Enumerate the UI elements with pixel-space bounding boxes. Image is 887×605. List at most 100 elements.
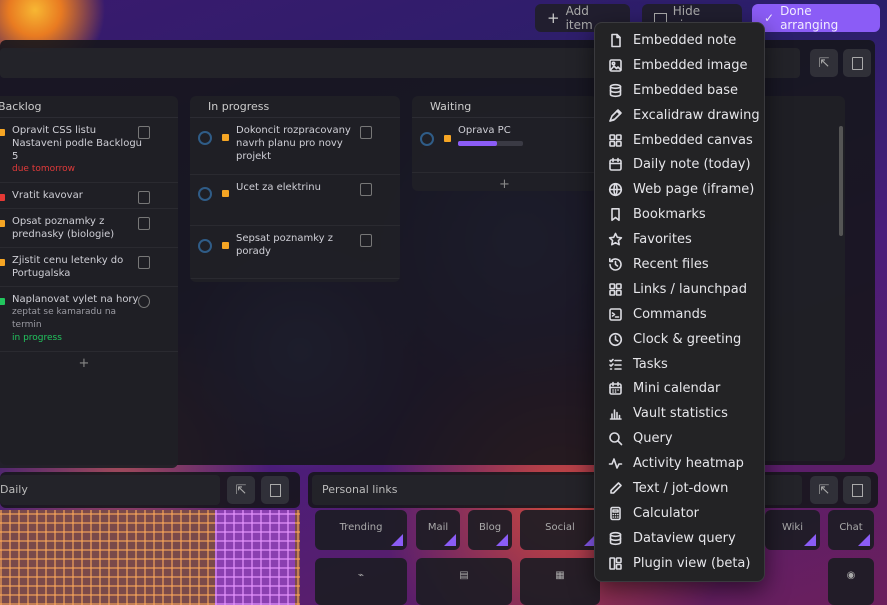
menu-item-label: Calculator: [633, 505, 700, 521]
menu-item-plugin-view-beta[interactable]: Plugin view (beta): [595, 551, 764, 576]
trash-icon: [851, 56, 863, 70]
menu-item-label: Favorites: [633, 232, 692, 248]
kanban-card[interactable]: Opravit CSS listu Nastaveni podle Backlo…: [0, 118, 178, 183]
column-title: Waiting: [412, 96, 597, 118]
resize-handle: [496, 534, 508, 546]
priority-dot: [0, 220, 5, 227]
column-title: In progress: [190, 96, 400, 118]
menu-item-label: Daily note (today): [633, 157, 751, 173]
priority-dot: [222, 134, 229, 141]
link-tile[interactable]: ▤: [416, 558, 512, 605]
menu-item-favorites[interactable]: Favorites: [595, 227, 764, 252]
widget-move-button[interactable]: ⇱: [810, 476, 838, 504]
priority-dot: [0, 129, 5, 136]
scrollbar[interactable]: [839, 126, 843, 236]
widget-delete-button[interactable]: [843, 49, 871, 77]
kanban-card[interactable]: Dokoncit rozpracovany navrh planu pro no…: [190, 118, 400, 175]
kanban-column-waiting: Waiting Oprava PC +: [412, 96, 597, 191]
pen-tool-icon: [609, 108, 622, 122]
menu-item-daily-note-today[interactable]: Daily note (today): [595, 152, 764, 177]
app-icon: ◉: [846, 570, 856, 581]
check-icon: ✓: [764, 11, 775, 25]
kanban-card[interactable]: Zjistit cenu letenky do Portugalska: [0, 248, 178, 287]
menu-item-bookmarks[interactable]: Bookmarks: [595, 202, 764, 227]
link-tile[interactable]: ◉: [828, 558, 874, 605]
kanban-card[interactable]: Vratit kavovar: [0, 183, 178, 209]
note-icon: [360, 183, 372, 196]
menu-item-label: Embedded base: [633, 82, 739, 98]
menu-item-mini-calendar[interactable]: Mini calendar: [595, 376, 764, 401]
widget-move-button[interactable]: ⇱: [810, 49, 838, 77]
done-arranging-button[interactable]: ✓ Done arranging: [752, 4, 880, 32]
file-icon: [611, 33, 621, 48]
widget-delete-button[interactable]: [261, 476, 289, 504]
link-tile[interactable]: ▦: [520, 558, 600, 605]
calendar-icon: [609, 158, 622, 172]
kanban-card[interactable]: Oprava PC: [412, 118, 597, 173]
database-icon: [609, 531, 622, 545]
menu-item-label: Bookmarks: [633, 207, 706, 223]
menu-item-calculator[interactable]: Calculator: [595, 501, 764, 526]
menu-item-clock-greeting[interactable]: Clock & greeting: [595, 327, 764, 352]
menu-item-web-page-iframe[interactable]: Web page (iframe): [595, 177, 764, 202]
heatmap-highlight: [215, 510, 295, 605]
grid-icon: [609, 283, 622, 296]
menu-item-activity-heatmap[interactable]: Activity heatmap: [595, 451, 764, 476]
resize-handle: [858, 534, 870, 546]
daily-widget: Daily ⇱: [0, 472, 300, 508]
menu-item-label: Activity heatmap: [633, 456, 744, 472]
link-tile[interactable]: Chat: [828, 510, 874, 550]
link-tile[interactable]: Trending: [315, 510, 407, 550]
link-tile[interactable]: Blog: [468, 510, 512, 550]
status-ring-icon: [198, 187, 212, 201]
menu-item-label: Links / launchpad: [633, 281, 747, 297]
menu-item-embedded-base[interactable]: Embedded base: [595, 78, 764, 103]
menu-item-embedded-note[interactable]: Embedded note: [595, 28, 764, 53]
menu-item-vault-statistics[interactable]: Vault statistics: [595, 401, 764, 426]
kanban-card[interactable]: Naplanovat vylet na hory zeptat se kamar…: [0, 287, 178, 352]
kanban-card[interactable]: Ucet za elektrinu: [190, 175, 400, 226]
layout-grid-icon: [609, 133, 622, 147]
globe-icon: [608, 183, 623, 197]
trash-icon: [269, 483, 281, 497]
link-tile[interactable]: ⌁: [315, 558, 407, 605]
bookmark-icon: [611, 208, 620, 222]
database-icon: [609, 83, 622, 97]
status-ring-icon: [420, 132, 434, 146]
pencil-icon: [610, 482, 622, 494]
menu-item-label: Commands: [633, 306, 707, 322]
menu-item-label: Embedded canvas: [633, 132, 753, 148]
menu-item-dataview-query[interactable]: Dataview query: [595, 526, 764, 551]
link-tile[interactable]: Social: [520, 510, 600, 550]
menu-item-label: Excalidraw drawing: [633, 107, 760, 123]
menu-item-embedded-image[interactable]: Embedded image: [595, 53, 764, 78]
widget-delete-button[interactable]: [843, 476, 871, 504]
menu-item-excalidraw-drawing[interactable]: Excalidraw drawing: [595, 103, 764, 128]
menu-item-label: Web page (iframe): [633, 182, 755, 198]
menu-item-recent-files[interactable]: Recent files: [595, 252, 764, 277]
resize-handle: [391, 534, 403, 546]
link-tile[interactable]: Mail: [416, 510, 460, 550]
resize-handle: [444, 534, 456, 546]
menu-item-commands[interactable]: Commands: [595, 302, 764, 327]
menu-item-label: Vault statistics: [633, 406, 728, 422]
status-ring-icon: [198, 239, 212, 253]
kanban-card[interactable]: Sepsat poznamky z porady: [190, 226, 400, 279]
menu-item-text-jot-down[interactable]: Text / jot-down: [595, 476, 764, 501]
widget-move-button[interactable]: ⇱: [227, 476, 255, 504]
add-card-button[interactable]: +: [0, 352, 178, 375]
menu-item-tasks[interactable]: Tasks: [595, 352, 764, 377]
column-title: Backlog: [0, 96, 178, 118]
note-icon: [360, 126, 372, 139]
add-card-button[interactable]: +: [190, 279, 400, 282]
menu-item-embedded-canvas[interactable]: Embedded canvas: [595, 128, 764, 153]
kanban-column-in-progress: In progress Dokoncit rozpracovany navrh …: [190, 96, 400, 282]
activity-heatmap-grid: [0, 510, 300, 605]
menu-item-links-launchpad[interactable]: Links / launchpad: [595, 277, 764, 302]
menu-item-query[interactable]: Query: [595, 426, 764, 451]
link-tile[interactable]: Wiki: [765, 510, 820, 550]
kanban-card[interactable]: Opsat poznamky z prednasky (biologie): [0, 209, 178, 248]
menu-item-label: Query: [633, 431, 673, 447]
add-card-button[interactable]: +: [412, 173, 597, 191]
menu-item-label: Clock & greeting: [633, 331, 742, 347]
